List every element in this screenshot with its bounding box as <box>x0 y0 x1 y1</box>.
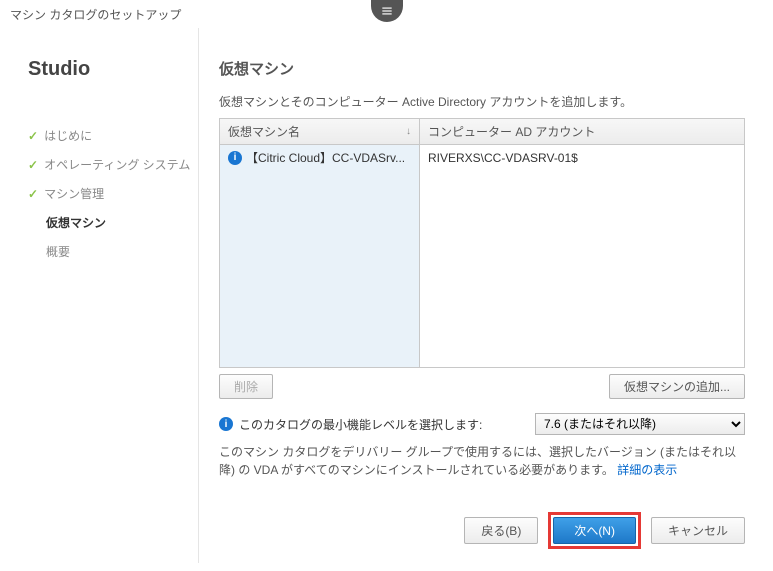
vm-table: 仮想マシン名 ↓ コンピューター AD アカウント i 【Citric Clou… <box>219 118 745 368</box>
table-header: 仮想マシン名 ↓ コンピューター AD アカウント <box>220 119 744 145</box>
cell-vmname: i 【Citric Cloud】CC-VDASrv... <box>220 145 420 170</box>
sort-arrow-icon: ↓ <box>406 126 411 137</box>
next-button[interactable]: 次へ(N) <box>553 517 636 544</box>
info-icon: i <box>219 417 233 431</box>
nav-item-os[interactable]: オペレーティング システム <box>28 150 198 179</box>
sidebar: Studio はじめに オペレーティング システム マシン管理 仮想マシン 概要 <box>8 28 198 563</box>
nav-label: 概要 <box>46 243 70 260</box>
col-header-vmname[interactable]: 仮想マシン名 ↓ <box>220 119 420 144</box>
nav-label: はじめに <box>44 127 92 144</box>
cell-adaccount: RIVERXS\CC-VDASRV-01$ <box>420 145 586 170</box>
delete-button[interactable]: 削除 <box>219 374 273 399</box>
nav-item-vm[interactable]: 仮想マシン <box>28 208 198 237</box>
window-title-text: マシン カタログのセットアップ <box>10 6 181 23</box>
page-description: 仮想マシンとそのコンピューター Active Directory アカウントを追… <box>219 93 745 110</box>
info-icon: i <box>228 151 242 165</box>
studio-title: Studio <box>28 58 198 81</box>
back-button[interactable]: 戻る(B) <box>464 517 538 544</box>
level-select[interactable]: 7.6 (またはそれ以降) <box>535 413 745 435</box>
table-body: i 【Citric Cloud】CC-VDASrv... RIVERXS\CC-… <box>220 145 744 367</box>
nav-item-machine-mgmt[interactable]: マシン管理 <box>28 179 198 208</box>
details-link[interactable]: 詳細の表示 <box>617 463 677 477</box>
page-heading: 仮想マシン <box>219 58 745 79</box>
col-header-label: 仮想マシン名 <box>228 123 300 140</box>
cell-text: 【Citric Cloud】CC-VDASrv... <box>246 149 405 166</box>
nav-item-intro[interactable]: はじめに <box>28 121 198 150</box>
col-header-label: コンピューター AD アカウント <box>428 123 595 140</box>
col-header-adaccount[interactable]: コンピューター AD アカウント <box>420 119 603 144</box>
cancel-button[interactable]: キャンセル <box>651 517 745 544</box>
add-vm-button[interactable]: 仮想マシンの追加... <box>609 374 745 399</box>
nav-label: オペレーティング システム <box>44 156 190 173</box>
footer-buttons: 戻る(B) 次へ(N) キャンセル <box>464 512 745 549</box>
nav-label: マシン管理 <box>44 185 104 202</box>
next-highlight: 次へ(N) <box>548 512 641 549</box>
level-label: このカタログの最小機能レベルを選択します: <box>239 416 529 433</box>
note-text: このマシン カタログをデリバリー グループで使用するには、選択したバージョン (… <box>219 443 745 479</box>
nav-label: 仮想マシン <box>46 214 106 231</box>
nav-item-summary[interactable]: 概要 <box>28 237 198 266</box>
content-pane: 仮想マシン 仮想マシンとそのコンピューター Active Directory ア… <box>198 28 765 563</box>
table-row[interactable]: i 【Citric Cloud】CC-VDASrv... RIVERXS\CC-… <box>220 145 744 170</box>
cell-text: RIVERXS\CC-VDASRV-01$ <box>428 151 578 165</box>
